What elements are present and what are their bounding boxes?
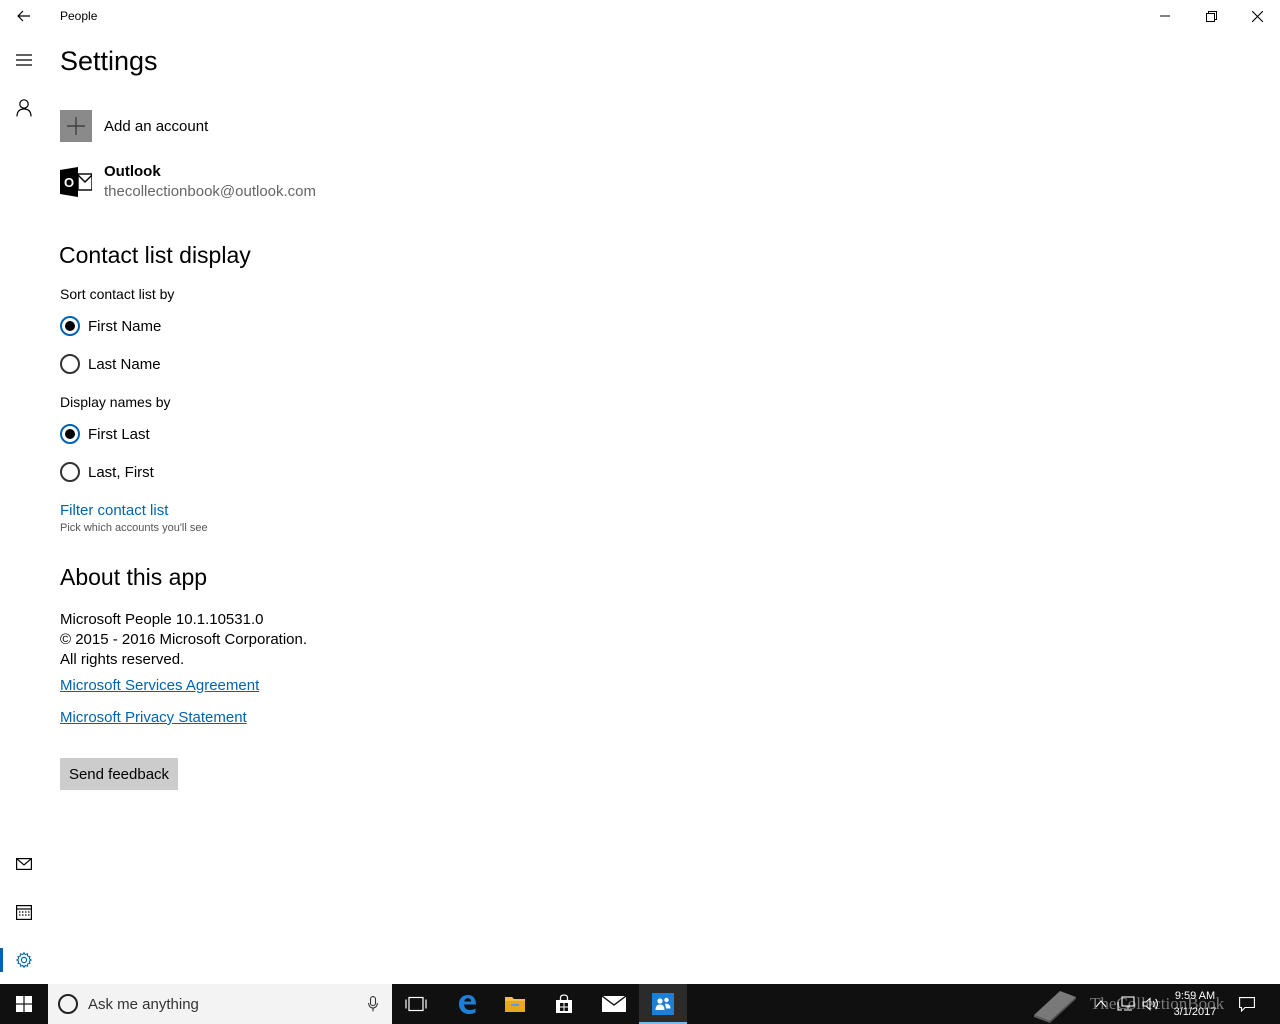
navigation-rail xyxy=(0,32,48,984)
store-button[interactable] xyxy=(540,984,588,1024)
store-bag-icon xyxy=(556,994,572,1013)
calendar-icon xyxy=(16,905,32,920)
add-account-button[interactable]: Add an account xyxy=(60,110,208,142)
back-arrow-icon xyxy=(17,10,30,22)
radio-sort-last-name[interactable]: Last Name xyxy=(60,353,161,375)
calendar-button[interactable] xyxy=(0,888,48,936)
send-feedback-button[interactable]: Send feedback xyxy=(60,758,178,790)
services-agreement-link[interactable]: Microsoft Services Agreement xyxy=(60,677,259,694)
contacts-button[interactable] xyxy=(0,84,48,132)
hamburger-icon xyxy=(16,54,32,66)
outlook-icon: O xyxy=(60,167,92,197)
taskbar: Ask me anything TheCollectionBook 9:59 A… xyxy=(0,984,1280,1024)
chevron-up-icon xyxy=(1095,1000,1107,1008)
clock-date: 3/1/2017 xyxy=(1173,1006,1217,1018)
outlook-tile-letter: O xyxy=(64,175,74,190)
speaker-icon xyxy=(1142,997,1158,1011)
page-title: Settings xyxy=(60,46,158,76)
clock-time: 9:59 AM xyxy=(1174,990,1216,1002)
copyright: © 2015 - 2016 Microsoft Corporation. xyxy=(60,631,308,648)
app-version: Microsoft People 10.1.10531.0 xyxy=(60,611,264,628)
account-email: thecollectionbook@outlook.com xyxy=(104,183,317,200)
volume-tray-button[interactable] xyxy=(1140,984,1162,1024)
hamburger-menu-button[interactable] xyxy=(0,36,48,84)
sort-by-label: Sort contact list by xyxy=(60,286,175,302)
close-button[interactable] xyxy=(1234,0,1280,32)
mail-button[interactable] xyxy=(0,840,48,888)
radio-label: First Last xyxy=(88,425,150,443)
folder-icon xyxy=(505,997,525,1012)
privacy-statement-link[interactable]: Microsoft Privacy Statement xyxy=(60,709,247,726)
radio-display-first-last[interactable]: First Last xyxy=(60,423,150,445)
radio-checked-icon xyxy=(60,316,80,336)
radio-unchecked-icon xyxy=(60,462,80,482)
person-icon xyxy=(16,99,32,117)
app-title: People xyxy=(60,9,98,23)
account-outlook[interactable]: O Outlook thecollectionbook@outlook.com xyxy=(60,162,316,202)
add-account-label: Add an account xyxy=(104,117,209,135)
notification-icon xyxy=(1239,996,1255,1012)
contact-list-display-heading: Contact list display xyxy=(59,242,251,268)
task-view-icon xyxy=(405,996,427,1012)
filter-hint: Pick which accounts you'll see xyxy=(60,522,208,534)
task-view-button[interactable] xyxy=(392,984,440,1024)
action-center-button[interactable] xyxy=(1234,984,1260,1024)
windows-logo-icon xyxy=(16,996,32,1012)
about-heading: About this app xyxy=(60,564,208,590)
microphone-icon[interactable] xyxy=(368,996,378,1012)
display-names-label: Display names by xyxy=(60,394,171,410)
people-app-icon xyxy=(652,993,674,1015)
search-placeholder: Ask me anything xyxy=(88,995,199,1013)
filter-contact-list-link[interactable]: Filter contact list xyxy=(60,502,168,519)
cortana-search-box[interactable]: Ask me anything xyxy=(48,984,392,1024)
minimize-icon xyxy=(1160,15,1170,17)
close-icon xyxy=(1251,10,1263,22)
account-name: Outlook xyxy=(104,163,161,180)
radio-display-last-first[interactable]: Last, First xyxy=(60,461,154,483)
add-tile xyxy=(60,110,92,142)
gear-icon xyxy=(16,952,32,968)
restore-icon xyxy=(1205,10,1217,22)
book-logo-icon xyxy=(1034,991,1076,1023)
people-app-button[interactable] xyxy=(639,984,687,1024)
rights-reserved: All rights reserved. xyxy=(60,651,185,668)
start-button[interactable] xyxy=(0,984,48,1024)
radio-label: Last, First xyxy=(88,463,154,481)
radio-checked-icon xyxy=(60,424,80,444)
mail-app-icon xyxy=(602,996,626,1012)
radio-label: Last Name xyxy=(88,355,161,373)
title-bar: People xyxy=(0,0,1280,32)
settings-button[interactable] xyxy=(0,936,48,984)
radio-label: First Name xyxy=(88,317,162,335)
network-tray-button[interactable] xyxy=(1114,984,1138,1024)
settings-pane: Settings Add an account O Outlook thecol… xyxy=(59,32,1260,982)
network-icon xyxy=(1117,996,1135,1011)
back-button[interactable] xyxy=(0,0,48,32)
plus-icon xyxy=(67,117,85,135)
cortana-icon xyxy=(58,994,78,1014)
minimize-button[interactable] xyxy=(1142,0,1188,32)
file-explorer-button[interactable] xyxy=(491,984,539,1024)
show-hidden-icons-button[interactable] xyxy=(1090,984,1112,1024)
mail-icon xyxy=(16,858,32,870)
radio-unchecked-icon xyxy=(60,354,80,374)
edge-icon xyxy=(459,995,476,1014)
edge-button[interactable] xyxy=(443,984,491,1024)
mail-app-button[interactable] xyxy=(590,984,638,1024)
taskbar-clock[interactable]: 9:59 AM 3/1/2017 xyxy=(1160,988,1230,1020)
restore-button[interactable] xyxy=(1188,0,1234,32)
radio-sort-first-name[interactable]: First Name xyxy=(60,315,161,337)
